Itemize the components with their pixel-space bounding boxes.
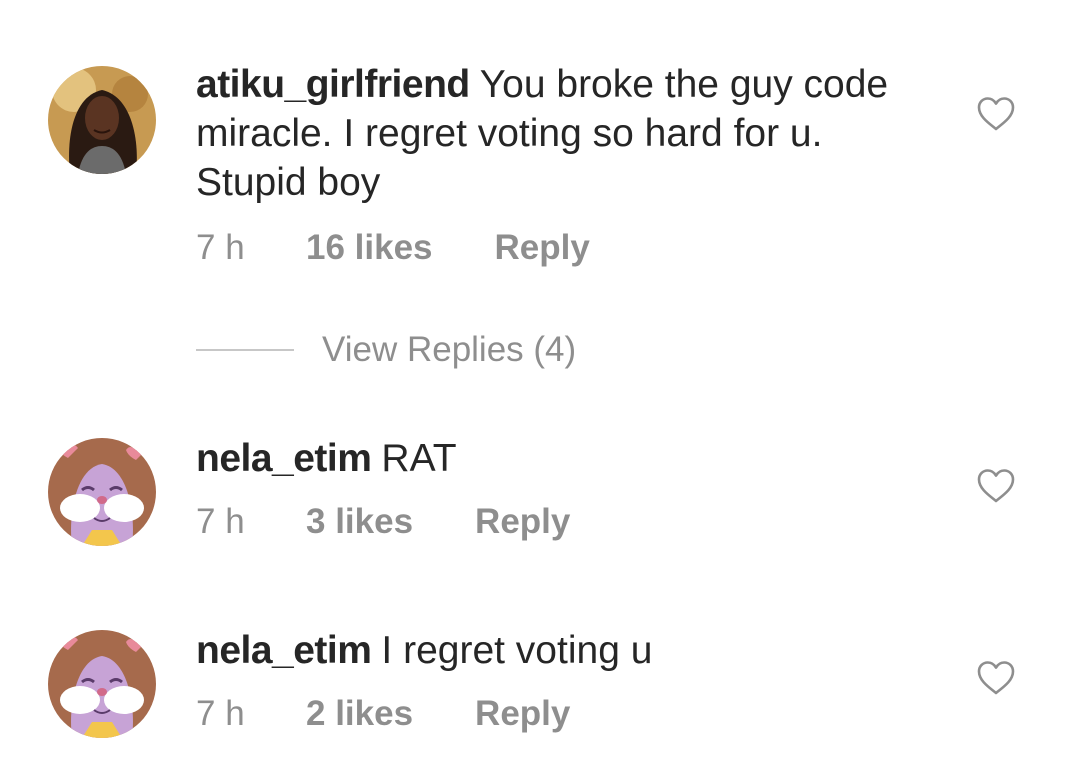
comment-timestamp: 7 h <box>196 502 245 541</box>
comment-meta: 7 h 3 likes Reply <box>196 500 570 544</box>
avatar[interactable] <box>48 66 156 174</box>
comment-likes[interactable]: 16 likes <box>306 228 433 268</box>
view-replies-label: View Replies (4) <box>322 330 577 369</box>
profile-photo-icon <box>48 66 156 174</box>
reply-button[interactable]: Reply <box>475 502 570 542</box>
reply-button[interactable]: Reply <box>495 228 590 268</box>
comment-timestamp: 7 h <box>196 228 245 267</box>
comment-text: RAT <box>381 437 457 480</box>
comment-likes[interactable]: 2 likes <box>306 694 413 734</box>
comment-username[interactable]: atiku_girlfriend <box>196 63 470 106</box>
heart-icon[interactable] <box>976 468 1016 504</box>
comment-text-block: nela_etim I regret voting u <box>196 626 936 675</box>
avatar[interactable] <box>48 630 156 738</box>
comment-likes[interactable]: 3 likes <box>306 502 413 542</box>
comment-timestamp: 7 h <box>196 694 245 733</box>
comment-meta: 7 h 2 likes Reply <box>196 692 570 736</box>
comment-username[interactable]: nela_etim <box>196 629 372 672</box>
comment-text: I regret voting u <box>381 629 653 672</box>
comment-text-block: atiku_girlfriend You broke the guy code m… <box>196 60 936 207</box>
comment-meta: 7 h 16 likes Reply <box>196 226 590 270</box>
reply-button[interactable]: Reply <box>475 694 570 734</box>
cartoon-bunny-icon <box>48 438 156 546</box>
comment-username[interactable]: nela_etim <box>196 437 372 480</box>
heart-icon[interactable] <box>976 660 1016 696</box>
comment-text-block: nela_etim RAT <box>196 434 936 483</box>
cartoon-bunny-icon <box>48 630 156 738</box>
view-replies-divider <box>196 349 294 351</box>
heart-icon[interactable] <box>976 96 1016 132</box>
view-replies-button[interactable]: View Replies (4) <box>196 328 576 372</box>
avatar[interactable] <box>48 438 156 546</box>
